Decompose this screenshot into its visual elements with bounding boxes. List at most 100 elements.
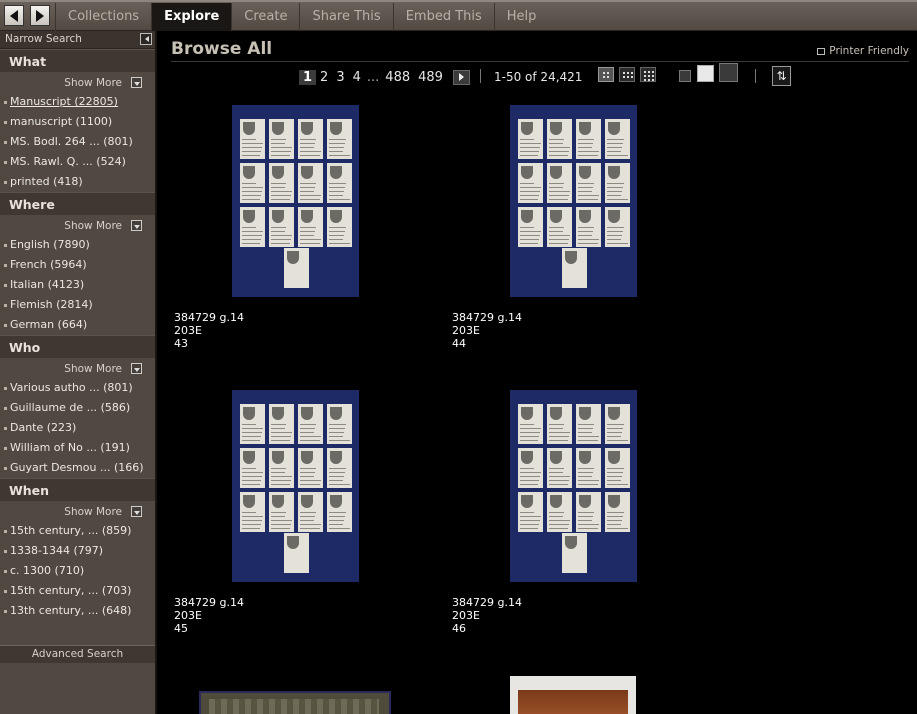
- page-4[interactable]: 4: [349, 70, 365, 85]
- playing-card: [518, 404, 543, 444]
- arrow-left-icon: [10, 9, 18, 22]
- facet-item[interactable]: French (5964): [0, 255, 155, 275]
- tab-create[interactable]: Create: [231, 3, 299, 31]
- sort-button[interactable]: ⇅: [772, 66, 791, 86]
- next-page-button[interactable]: [452, 69, 470, 85]
- heraldic-shield-icon: [550, 166, 562, 179]
- text-line: [549, 520, 570, 521]
- text-line: [300, 151, 321, 152]
- text-line: [300, 516, 315, 517]
- text-line: [520, 428, 541, 429]
- facet-item[interactable]: German (664): [0, 315, 155, 335]
- facet-item[interactable]: William of No ... (191): [0, 438, 155, 458]
- text-line: [242, 440, 260, 441]
- show-more-button[interactable]: Show More: [0, 358, 155, 378]
- text-line: [607, 476, 622, 477]
- facet-item[interactable]: c. 1300 (710): [0, 561, 155, 581]
- thumb-size-small[interactable]: [679, 70, 691, 82]
- facet-item[interactable]: printed (418): [0, 172, 155, 192]
- facet-section-title: When: [0, 478, 155, 501]
- page-489[interactable]: 489: [414, 70, 447, 85]
- playing-card: [269, 448, 294, 488]
- result-thumbnail[interactable]: [510, 390, 637, 582]
- heraldic-shield-icon: [608, 495, 620, 508]
- text-line: [549, 468, 564, 469]
- facet-item[interactable]: 1338-1344 (797): [0, 541, 155, 561]
- thumb-size-medium[interactable]: [697, 65, 714, 82]
- playing-card: [605, 119, 630, 159]
- playing-card: [576, 404, 601, 444]
- tab-share-this[interactable]: Share This: [299, 3, 392, 31]
- playing-card: [547, 119, 572, 159]
- facet-item[interactable]: English (7890): [0, 235, 155, 255]
- result-thumbnail-partial[interactable]: [199, 691, 391, 714]
- result-thumbnail[interactable]: [232, 105, 359, 297]
- facet-item[interactable]: Dante (223): [0, 418, 155, 438]
- forward-button[interactable]: [30, 5, 50, 26]
- text-line: [520, 524, 539, 525]
- text-line: [271, 183, 286, 184]
- heraldic-shield-icon: [243, 451, 255, 464]
- collapse-sidebar-button[interactable]: [140, 33, 152, 45]
- facet-item[interactable]: Various autho ... (801): [0, 378, 155, 398]
- facet-item[interactable]: Guillaume de ... (586): [0, 398, 155, 418]
- text-line: [549, 143, 563, 144]
- tab-collections[interactable]: Collections: [55, 3, 151, 31]
- heraldic-shield-icon: [521, 495, 533, 508]
- text-line: [549, 187, 563, 188]
- grid-large-view-icon[interactable]: [598, 67, 614, 82]
- tab-embed-this[interactable]: Embed This: [392, 3, 494, 31]
- printer-friendly-link[interactable]: Printer Friendly: [817, 45, 909, 57]
- playing-card: [547, 207, 572, 247]
- result-thumbnail[interactable]: [232, 390, 359, 582]
- text-line: [300, 468, 316, 469]
- text-line: [271, 231, 285, 232]
- facet-item[interactable]: 13th century, ... (648): [0, 601, 155, 621]
- facet-item[interactable]: Flemish (2814): [0, 295, 155, 315]
- tab-help[interactable]: Help: [493, 3, 549, 31]
- page-488[interactable]: 488: [381, 70, 414, 85]
- text-line: [578, 432, 592, 433]
- thumb-size-large[interactable]: [719, 63, 738, 82]
- text-line: [271, 187, 285, 188]
- text-line: [242, 239, 261, 240]
- facet-item[interactable]: Manuscript (22805): [0, 92, 155, 112]
- grid-medium-view-icon[interactable]: [619, 67, 635, 82]
- grid-small-view-icon[interactable]: [640, 67, 656, 82]
- text-line: [242, 139, 256, 140]
- facet-item[interactable]: 15th century, ... (703): [0, 581, 155, 601]
- facet-item-label: German (664): [10, 318, 88, 331]
- text-line: [520, 143, 541, 144]
- show-more-button[interactable]: Show More: [0, 501, 155, 521]
- playing-card: [240, 404, 265, 444]
- heraldic-shield-icon: [579, 210, 591, 223]
- facet-item[interactable]: manuscript (1100): [0, 112, 155, 132]
- advanced-search-button[interactable]: Advanced Search: [0, 645, 155, 663]
- page-3[interactable]: 3: [332, 70, 348, 85]
- facet-item-label: Guyart Desmou ... (166): [10, 461, 144, 474]
- result-thumbnail-partial-2[interactable]: [510, 676, 636, 714]
- playing-card: [605, 448, 630, 488]
- playing-card: [298, 119, 323, 159]
- text-line: [578, 468, 594, 469]
- text-line: [607, 231, 623, 232]
- result-thumbnail[interactable]: [510, 105, 637, 297]
- facet-item[interactable]: Italian (4123): [0, 275, 155, 295]
- facet-item[interactable]: 15th century, ... (859): [0, 521, 155, 541]
- expand-down-icon: [131, 363, 142, 374]
- page-1[interactable]: 1: [299, 69, 317, 85]
- facet-item[interactable]: MS. Bodl. 264 ... (801): [0, 132, 155, 152]
- facet-item-label: 1338-1344 (797): [10, 544, 104, 557]
- text-line: [549, 235, 570, 236]
- playing-card: [269, 119, 294, 159]
- tab-explore[interactable]: Explore: [151, 3, 232, 31]
- show-more-button[interactable]: Show More: [0, 215, 155, 235]
- text-line: [578, 183, 594, 184]
- text-line: [607, 183, 624, 184]
- show-more-button[interactable]: Show More: [0, 72, 155, 92]
- text-line: [329, 231, 345, 232]
- facet-item[interactable]: Guyart Desmou ... (166): [0, 458, 155, 478]
- page-2[interactable]: 2: [316, 70, 332, 85]
- facet-item[interactable]: MS. Rawl. Q. ... (524): [0, 152, 155, 172]
- back-button[interactable]: [4, 5, 24, 26]
